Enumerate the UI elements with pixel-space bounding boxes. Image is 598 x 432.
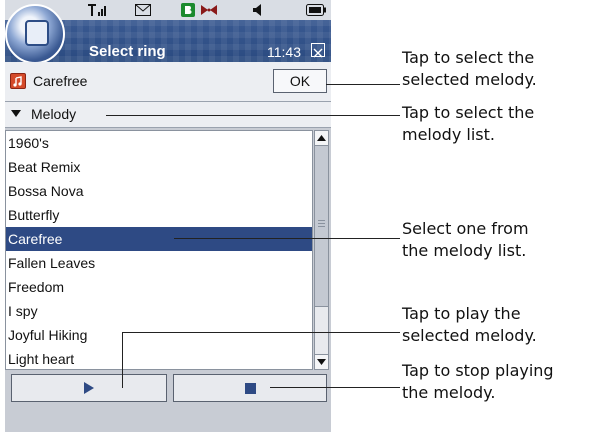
arrow-up-icon bbox=[317, 135, 326, 141]
selected-ring-name: Carefree bbox=[33, 73, 88, 89]
annotation-ok: Tap to select the selected melody. bbox=[402, 48, 537, 89]
close-icon bbox=[313, 48, 323, 58]
signal-icon bbox=[85, 1, 109, 18]
phone-book-icon bbox=[25, 20, 49, 46]
list-item[interactable]: I spy bbox=[6, 299, 312, 323]
callout-line-play-vertical bbox=[122, 332, 123, 388]
list-scrollbar[interactable] bbox=[314, 130, 329, 370]
scroll-thumb[interactable] bbox=[315, 146, 328, 307]
list-item[interactable]: Butterfly bbox=[6, 203, 312, 227]
dropdown-arrow-icon bbox=[11, 110, 21, 117]
annotation-list: Select one from the melody list. bbox=[402, 219, 529, 260]
message-icon bbox=[133, 1, 153, 18]
scroll-up-button[interactable] bbox=[315, 131, 328, 146]
annotation-category: Tap to select the melody list. bbox=[402, 103, 535, 144]
ringtone-icon bbox=[10, 73, 26, 89]
callout-line-category bbox=[106, 115, 400, 116]
close-button[interactable] bbox=[311, 43, 325, 58]
play-button[interactable] bbox=[11, 374, 167, 402]
battery-icon bbox=[305, 1, 327, 18]
annotation-play: Tap to play the selected melody. bbox=[402, 304, 537, 345]
list-item[interactable]: Bossa Nova bbox=[6, 179, 312, 203]
stop-icon bbox=[244, 382, 256, 394]
app-logo[interactable] bbox=[5, 4, 65, 64]
annotation-stop: Tap to stop playing the melody. bbox=[402, 361, 554, 402]
arrow-down-icon bbox=[317, 359, 326, 365]
list-item-selected[interactable]: Carefree bbox=[6, 227, 312, 251]
phone-screen: Select ring 11:43 Carefree OK Melody 196… bbox=[5, 0, 331, 432]
stop-button[interactable] bbox=[173, 374, 327, 402]
volume-icon bbox=[249, 1, 267, 18]
callout-line-stop bbox=[270, 387, 400, 388]
playback-controls bbox=[5, 372, 331, 404]
list-item[interactable]: Light heart bbox=[6, 347, 312, 369]
melody-list: 1960's Beat Remix Bossa Nova Butterfly C… bbox=[5, 130, 313, 370]
category-label: Melody bbox=[31, 106, 77, 122]
ok-button[interactable]: OK bbox=[273, 69, 327, 93]
scroll-down-button[interactable] bbox=[315, 354, 328, 369]
list-item[interactable]: Joyful Hiking bbox=[6, 323, 312, 347]
callout-line-ok bbox=[326, 84, 400, 85]
list-item[interactable]: Beat Remix bbox=[6, 155, 312, 179]
window-title: Select ring bbox=[89, 43, 166, 60]
vibrate-icon bbox=[199, 1, 219, 18]
callout-line-list bbox=[174, 238, 400, 239]
list-item[interactable]: Freedom bbox=[6, 275, 312, 299]
play-icon bbox=[84, 382, 94, 394]
list-item[interactable]: Fallen Leaves bbox=[6, 251, 312, 275]
bluetooth-icon bbox=[179, 1, 197, 18]
clock: 11:43 bbox=[267, 44, 301, 60]
callout-line-play-top bbox=[122, 332, 400, 333]
ring-toolbar: Carefree OK bbox=[5, 62, 331, 102]
list-item[interactable]: 1960's bbox=[6, 131, 312, 155]
